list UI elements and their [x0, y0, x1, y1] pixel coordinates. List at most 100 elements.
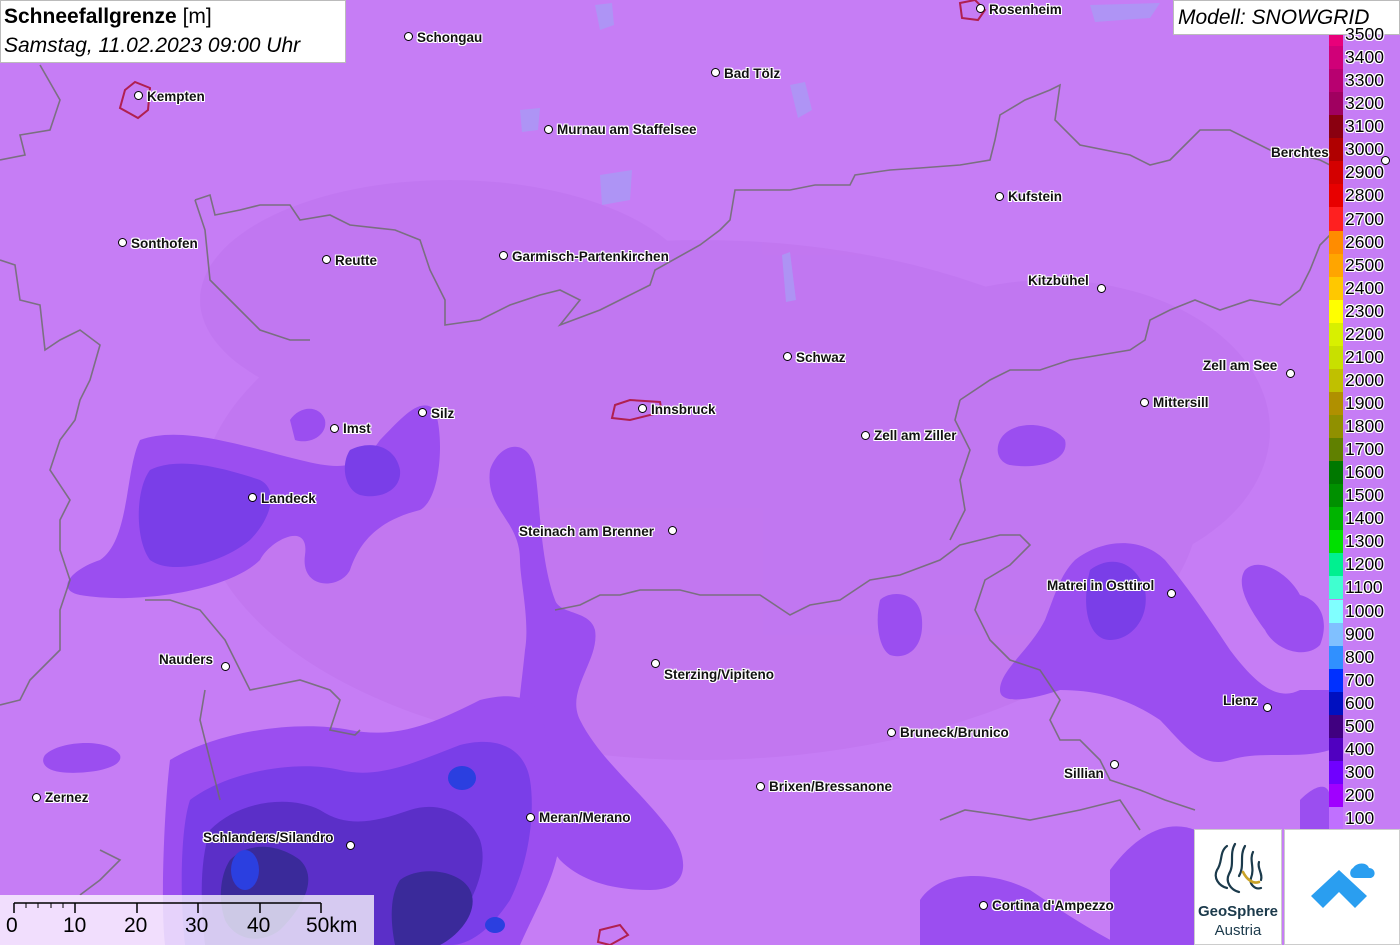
- city-label[interactable]: Murnau am Staffelsee: [557, 122, 697, 137]
- city-marker[interactable]: [544, 125, 553, 134]
- city-label[interactable]: Matrei in Osttirol: [1047, 578, 1154, 593]
- city-label[interactable]: Mittersill: [1153, 395, 1209, 410]
- geosphere-logo[interactable]: GeoSphere Austria: [1194, 829, 1282, 945]
- city-label[interactable]: Nauders: [159, 652, 213, 667]
- city-marker[interactable]: [756, 782, 765, 791]
- legend-label: 800: [1345, 646, 1375, 667]
- legend-label: 2300: [1345, 300, 1384, 321]
- city-marker[interactable]: [711, 68, 720, 77]
- city-label[interactable]: Sillian: [1064, 766, 1104, 781]
- city-label[interactable]: Garmisch-Partenkirchen: [512, 249, 669, 264]
- scale-label-40: 40: [247, 914, 271, 937]
- legend-label: 1300: [1345, 531, 1384, 552]
- city-label[interactable]: Meran/Merano: [539, 810, 631, 825]
- city-marker[interactable]: [118, 238, 127, 247]
- legend-swatch: [1329, 230, 1343, 254]
- city-marker[interactable]: [499, 251, 508, 260]
- legend-swatch: [1329, 691, 1343, 715]
- city-label[interactable]: Zell am See: [1203, 358, 1277, 373]
- city-marker[interactable]: [1381, 156, 1390, 165]
- legend-swatch: [1329, 576, 1343, 600]
- city-marker[interactable]: [32, 793, 41, 802]
- city-marker[interactable]: [976, 4, 985, 13]
- city-marker[interactable]: [1110, 760, 1119, 769]
- city-marker[interactable]: [995, 192, 1004, 201]
- scale-bar: 0 10 20 30 40 50km: [0, 895, 374, 945]
- city-marker[interactable]: [248, 493, 257, 502]
- city-marker[interactable]: [346, 841, 355, 850]
- city-label[interactable]: Berchtes: [1271, 145, 1329, 160]
- legend-label: 300: [1345, 761, 1375, 782]
- legend-label: 3500: [1345, 24, 1384, 45]
- legend-swatch: [1329, 138, 1343, 162]
- city-marker[interactable]: [783, 352, 792, 361]
- legend-label: 600: [1345, 692, 1375, 713]
- city-marker[interactable]: [1097, 284, 1106, 293]
- model-label: Modell: SNOWGRID: [1178, 6, 1370, 29]
- city-marker[interactable]: [221, 662, 230, 671]
- app-logo[interactable]: [1284, 829, 1400, 945]
- legend-swatch: [1329, 345, 1343, 369]
- city-marker[interactable]: [1167, 589, 1176, 598]
- legend-label: 1400: [1345, 508, 1384, 529]
- city-marker[interactable]: [651, 659, 660, 668]
- legend-swatch: [1329, 276, 1343, 300]
- city-label[interactable]: Zell am Ziller: [874, 428, 957, 443]
- city-label[interactable]: Reutte: [335, 253, 377, 268]
- city-marker[interactable]: [322, 255, 331, 264]
- city-label[interactable]: Kempten: [147, 89, 205, 104]
- city-label[interactable]: Silz: [431, 406, 454, 421]
- city-label[interactable]: Steinach am Brenner: [519, 524, 654, 539]
- snow-line-map[interactable]: [0, 0, 1400, 945]
- legend-label: 900: [1345, 623, 1375, 644]
- city-label[interactable]: Kitzbühel: [1028, 273, 1089, 288]
- legend-swatch: [1329, 553, 1343, 577]
- map-title: Schneefallgrenze [m]: [4, 5, 212, 29]
- city-label[interactable]: Brixen/Bressanone: [769, 779, 892, 794]
- city-marker[interactable]: [1140, 398, 1149, 407]
- legend-swatch: [1329, 46, 1343, 70]
- map-datetime: Samstag, 11.02.2023 09:00 Uhr: [4, 34, 301, 57]
- legend-swatch: [1329, 368, 1343, 392]
- legend-swatch: [1329, 760, 1343, 784]
- city-marker[interactable]: [861, 431, 870, 440]
- city-label[interactable]: Bruneck/Brunico: [900, 725, 1009, 740]
- scale-label-30: 30: [185, 914, 209, 937]
- city-marker[interactable]: [418, 408, 427, 417]
- city-marker[interactable]: [887, 728, 896, 737]
- city-label[interactable]: Imst: [343, 421, 371, 436]
- city-marker[interactable]: [134, 91, 143, 100]
- city-label[interactable]: Zernez: [45, 790, 89, 805]
- city-label[interactable]: Sterzing/Vipiteno: [664, 667, 774, 682]
- legend-label: 2100: [1345, 346, 1384, 367]
- city-label[interactable]: Kufstein: [1008, 189, 1062, 204]
- city-label[interactable]: Bad Tölz: [724, 66, 780, 81]
- legend-label: 700: [1345, 669, 1375, 690]
- city-label[interactable]: Innsbruck: [651, 402, 716, 417]
- city-marker[interactable]: [1286, 369, 1295, 378]
- city-marker[interactable]: [1263, 703, 1272, 712]
- city-marker[interactable]: [526, 813, 535, 822]
- city-marker[interactable]: [330, 424, 339, 433]
- city-label[interactable]: Schlanders/Silandro: [203, 830, 334, 845]
- legend-label: 2500: [1345, 254, 1384, 275]
- legend-swatch: [1329, 622, 1343, 646]
- city-label[interactable]: Schwaz: [796, 350, 846, 365]
- city-label[interactable]: Sonthofen: [131, 236, 198, 251]
- legend-swatch: [1329, 92, 1343, 116]
- city-marker[interactable]: [979, 901, 988, 910]
- city-label[interactable]: Landeck: [261, 491, 316, 506]
- city-marker[interactable]: [668, 526, 677, 535]
- legend-label: 2200: [1345, 323, 1384, 344]
- city-label[interactable]: Schongau: [417, 30, 482, 45]
- scale-label-50km: 50km: [306, 914, 358, 937]
- legend-label: 3100: [1345, 116, 1384, 137]
- city-label[interactable]: Lienz: [1223, 693, 1258, 708]
- city-label[interactable]: Cortina d'Ampezzo: [992, 898, 1114, 913]
- legend-label: 3400: [1345, 47, 1384, 68]
- city-marker[interactable]: [404, 32, 413, 41]
- city-label[interactable]: Rosenheim: [989, 2, 1062, 17]
- city-marker[interactable]: [638, 404, 647, 413]
- legend-swatch: [1329, 645, 1343, 669]
- legend-swatch: [1329, 783, 1343, 808]
